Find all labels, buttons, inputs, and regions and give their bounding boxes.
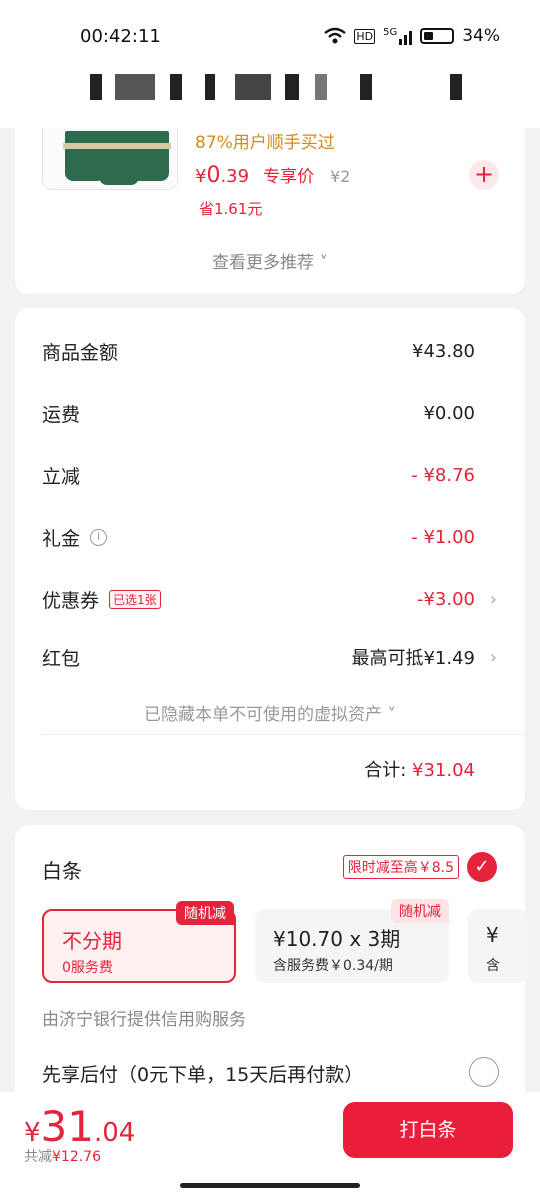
bnpl-radio[interactable] bbox=[469, 1057, 499, 1087]
buy-stat: 87%用户顺手买过 bbox=[195, 133, 335, 153]
hd-icon: HD bbox=[354, 28, 376, 44]
recommendation-card: 87%用户顺手买过 ¥0.39 专享价 ¥2 省1.61元 + 查看更多推荐 ˅ bbox=[15, 128, 525, 294]
row-value: ¥43.80 bbox=[412, 340, 475, 362]
plan-main: ¥10.70 x 3期 bbox=[273, 927, 401, 951]
original-price: ¥2 bbox=[330, 167, 351, 186]
final-price: ¥31.04 bbox=[24, 1102, 136, 1151]
coupon-selected-tag: 已选1张 bbox=[109, 589, 161, 609]
status-icons: HD 5G 34% bbox=[324, 26, 500, 46]
row-value: - ¥1.00 bbox=[411, 526, 475, 548]
random-discount-tag: 随机减 bbox=[391, 899, 449, 923]
blurred-header bbox=[0, 70, 540, 128]
summary-row-goods: 商品金额 ¥43.80 bbox=[42, 336, 475, 366]
plan-sub: 含 bbox=[486, 958, 500, 974]
baitiao-promo-badge: 限时减至高￥8.5 bbox=[342, 855, 459, 879]
row-value: - ¥8.76 bbox=[411, 464, 475, 486]
row-value: 最高可抵¥1.49 bbox=[351, 648, 475, 669]
row-label: 商品金额 bbox=[42, 341, 119, 364]
total-saved: 共减¥12.76 bbox=[24, 1149, 101, 1165]
plan-main: ¥ bbox=[486, 923, 499, 947]
summary-row-coupon[interactable]: 优惠券 已选1张 -¥3.00 › bbox=[42, 584, 497, 614]
summary-row-shipping: 运费 ¥0.00 bbox=[42, 398, 475, 428]
chevron-right-icon: › bbox=[489, 588, 497, 610]
summary-row-redpacket[interactable]: 红包 最高可抵¥1.49 › bbox=[42, 642, 497, 672]
row-value: -¥3.00 bbox=[416, 588, 475, 610]
battery-icon bbox=[420, 28, 455, 44]
home-indicator[interactable] bbox=[180, 1183, 360, 1188]
plan-main: 不分期 bbox=[62, 929, 122, 953]
exclusive-label: 专享价 bbox=[263, 167, 315, 187]
exclusive-price: ¥0.39 bbox=[195, 163, 250, 188]
more-recommendations-link[interactable]: 查看更多推荐 ˅ bbox=[15, 248, 525, 273]
pay-with-baitiao-button[interactable]: 打白条 bbox=[343, 1102, 513, 1158]
row-label: 立减 bbox=[42, 465, 81, 488]
info-icon[interactable]: i bbox=[90, 528, 108, 546]
bnpl-option-label: 先享后付（0元下单，15天后再付款） bbox=[42, 1064, 364, 1086]
plan-sub: 0服务费 bbox=[62, 960, 113, 976]
order-total: 合计: ¥31.04 bbox=[364, 760, 475, 781]
network-type: 5G bbox=[383, 27, 398, 38]
hidden-assets-toggle[interactable]: 已隐藏本单不可使用的虚拟资产 ˅ bbox=[15, 700, 525, 725]
check-icon[interactable]: ✓ bbox=[467, 852, 497, 882]
saved-amount: 省1.61元 bbox=[199, 200, 263, 218]
status-bar: 00:42:11 HD 5G 34% bbox=[0, 0, 540, 70]
plan-partial[interactable]: ¥ 含 bbox=[468, 909, 528, 983]
plan-sub: 含服务费￥0.34/期 bbox=[273, 958, 393, 974]
baitiao-title: 白条 bbox=[42, 859, 82, 883]
battery-percent: 34% bbox=[462, 26, 500, 46]
summary-row-discount: 立减 - ¥8.76 bbox=[42, 460, 475, 490]
checkout-bar: ¥31.04 共减¥12.76 打白条 bbox=[0, 1092, 540, 1200]
product-image[interactable] bbox=[42, 128, 178, 190]
price-row: ¥0.39 专享价 ¥2 bbox=[195, 162, 350, 188]
provider-note: 由济宁银行提供信用购服务 bbox=[42, 1010, 246, 1030]
summary-row-gift: 礼金 i - ¥1.00 bbox=[42, 522, 475, 552]
add-to-cart-button[interactable]: + bbox=[469, 160, 499, 190]
plan-3-installments[interactable]: 随机减 ¥10.70 x 3期 含服务费￥0.34/期 bbox=[255, 899, 449, 983]
order-summary-card: 商品金额 ¥43.80 运费 ¥0.00 立减 - ¥8.76 礼金 i - ¥1… bbox=[15, 308, 525, 810]
chevron-right-icon: › bbox=[489, 646, 497, 668]
status-time: 00:42:11 bbox=[80, 26, 161, 47]
baitiao-card: 白条 限时减至高￥8.5 ✓ 随机减 不分期 0服务费 随机减 ¥10.70 x… bbox=[15, 825, 528, 1115]
row-label: 红包 bbox=[42, 647, 81, 670]
random-discount-tag: 随机减 bbox=[176, 901, 234, 925]
plan-no-installment[interactable]: 随机减 不分期 0服务费 bbox=[42, 901, 236, 983]
row-label: 礼金 i bbox=[42, 524, 108, 551]
signal-icon: 5G bbox=[383, 27, 413, 45]
divider bbox=[42, 734, 525, 735]
wifi-icon bbox=[324, 27, 347, 44]
row-label: 优惠券 已选1张 bbox=[42, 586, 161, 613]
row-label: 运费 bbox=[42, 403, 81, 426]
row-value: ¥0.00 bbox=[423, 402, 475, 424]
